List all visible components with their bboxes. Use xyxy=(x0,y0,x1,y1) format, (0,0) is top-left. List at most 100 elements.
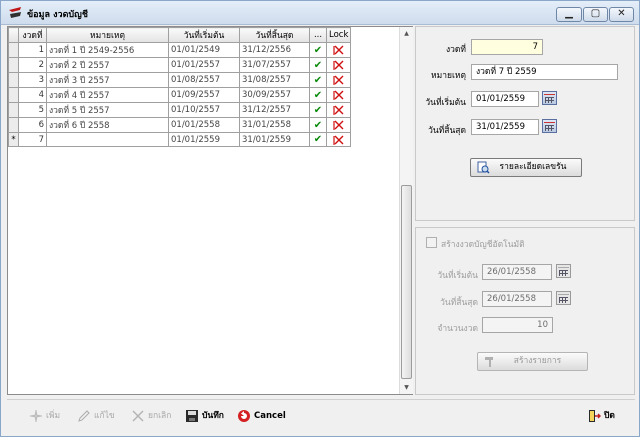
cancel-th-button[interactable]: ยกเลิก xyxy=(131,408,171,424)
edit-button[interactable]: แก้ไข xyxy=(77,408,115,424)
table-row[interactable]: 5 งวดที่ 5 ปี 2557 01/10/2557 31/12/2557 ✔ xyxy=(8,102,352,118)
cell-start-date[interactable]: 01/09/2557 xyxy=(168,87,240,103)
table-row[interactable]: 3 งวดที่ 3 ปี 2557 01/08/2557 31/08/2557 ✔ xyxy=(8,72,352,88)
cell-end-date[interactable]: 30/09/2557 xyxy=(239,87,310,103)
cell-lock[interactable] xyxy=(325,57,352,73)
cell-check[interactable]: ✔ xyxy=(309,42,327,58)
auto-start-field[interactable]: 26/01/2558 xyxy=(482,264,552,280)
cell-lock[interactable] xyxy=(325,102,352,118)
cell-lock[interactable] xyxy=(325,132,352,147)
scroll-up-icon[interactable]: ▲ xyxy=(400,27,413,40)
cell-end-date[interactable]: 31/12/2557 xyxy=(239,102,310,118)
cell-start-date[interactable]: 01/01/2559 xyxy=(168,132,240,147)
save-icon xyxy=(185,409,199,423)
column-header-check[interactable]: ... xyxy=(309,27,327,43)
cell-lock[interactable] xyxy=(325,87,352,103)
add-icon xyxy=(29,409,43,423)
column-header-lock[interactable]: Lock xyxy=(325,27,352,43)
cell-check[interactable]: ✔ xyxy=(309,102,327,118)
cell-start-date[interactable]: 01/08/2557 xyxy=(168,72,240,88)
start-date-field[interactable]: 01/01/2559 xyxy=(471,91,539,107)
create-items-button[interactable]: สร้างรายการ xyxy=(477,352,588,371)
table-row[interactable]: 6 งวดที่ 6 ปี 2558 01/01/2558 31/01/2558 ✔ xyxy=(8,117,352,133)
calendar-icon[interactable] xyxy=(542,119,557,133)
auto-end-field[interactable]: 26/01/2558 xyxy=(482,291,552,307)
row-selector[interactable]: * xyxy=(8,132,19,147)
row-selector[interactable] xyxy=(8,102,19,118)
cell-end-date[interactable]: 31/01/2559 xyxy=(239,132,310,147)
add-button[interactable]: เพิ่ม xyxy=(29,408,60,424)
cell-start-date[interactable]: 01/01/2549 xyxy=(168,42,240,58)
cell-period[interactable]: 4 xyxy=(18,87,47,103)
table-row[interactable]: 1 งวดที่ 1 ปี 2549-2556 01/01/2549 31/12/25… xyxy=(8,42,352,58)
scroll-down-icon[interactable]: ▼ xyxy=(400,381,413,394)
column-header-note[interactable]: หมายเหตุ xyxy=(46,27,169,43)
note-field[interactable]: งวดที่ 7 ปี 2559 xyxy=(471,64,618,80)
row-selector-header xyxy=(8,27,19,43)
scroll-thumb[interactable] xyxy=(401,185,412,379)
table-header-row: งวดที่ หมายเหตุ วันที่เริ่มต้น วันที่สิ้… xyxy=(8,27,352,43)
calendar-icon[interactable] xyxy=(542,91,557,105)
table-row[interactable]: * 7 01/01/2559 31/01/2559 ✔ xyxy=(8,132,352,147)
cell-period[interactable]: 7 xyxy=(18,132,47,147)
cell-end-date[interactable]: 31/07/2557 xyxy=(239,57,310,73)
maximize-button[interactable]: ▢ xyxy=(583,7,608,22)
save-label: บันทึก xyxy=(202,411,224,421)
row-selector[interactable] xyxy=(8,87,19,103)
cell-check[interactable]: ✔ xyxy=(309,117,327,133)
cell-note[interactable] xyxy=(46,132,169,147)
cell-note[interactable]: งวดที่ 1 ปี 2549-2556 xyxy=(46,42,169,58)
cell-check[interactable]: ✔ xyxy=(309,72,327,88)
calendar-icon[interactable] xyxy=(556,264,571,278)
cell-check[interactable]: ✔ xyxy=(309,87,327,103)
cell-end-date[interactable]: 31/08/2557 xyxy=(239,72,310,88)
cell-note[interactable]: งวดที่ 4 ปี 2557 xyxy=(46,87,169,103)
table-row[interactable]: 2 งวดที่ 2 ปี 2557 01/01/2557 31/07/2557 ✔ xyxy=(8,57,352,73)
table-row[interactable]: 4 งวดที่ 4 ปี 2557 01/09/2557 30/09/2557 ✔ xyxy=(8,87,352,103)
close-button[interactable]: ปิด xyxy=(587,408,615,424)
auto-create-checkbox[interactable] xyxy=(426,237,437,248)
cancel-button[interactable]: Cancel xyxy=(237,408,286,424)
cell-start-date[interactable]: 01/01/2557 xyxy=(168,57,240,73)
cell-period[interactable]: 2 xyxy=(18,57,47,73)
cell-note[interactable]: งวดที่ 5 ปี 2557 xyxy=(46,102,169,118)
lock-x-icon xyxy=(333,90,344,100)
save-button[interactable]: บันทึก xyxy=(185,408,224,424)
cell-end-date[interactable]: 31/12/2556 xyxy=(239,42,310,58)
minimize-button[interactable]: ▁ xyxy=(556,7,582,22)
cell-period[interactable]: 3 xyxy=(18,72,47,88)
cell-note[interactable]: งวดที่ 6 ปี 2558 xyxy=(46,117,169,133)
cell-note[interactable]: งวดที่ 3 ปี 2557 xyxy=(46,72,169,88)
close-window-button[interactable]: ✕ xyxy=(609,7,634,22)
column-header-start[interactable]: วันที่เริ่มต้น xyxy=(168,27,240,43)
column-header-period[interactable]: งวดที่ xyxy=(18,27,47,43)
period-label: งวดที่ xyxy=(445,45,466,55)
period-field[interactable]: 7 xyxy=(471,39,543,55)
end-date-field[interactable]: 31/01/2559 xyxy=(471,119,539,135)
cell-start-date[interactable]: 01/10/2557 xyxy=(168,102,240,118)
row-selector[interactable] xyxy=(8,57,19,73)
vertical-scrollbar[interactable]: ▲ ▼ xyxy=(399,27,413,394)
lock-x-icon xyxy=(333,60,344,70)
check-icon: ✔ xyxy=(313,74,323,86)
cell-lock[interactable] xyxy=(325,72,352,88)
cell-lock[interactable] xyxy=(325,117,352,133)
column-header-end[interactable]: วันที่สิ้นสุด xyxy=(239,27,310,43)
cell-end-date[interactable]: 31/01/2558 xyxy=(239,117,310,133)
cell-lock[interactable] xyxy=(325,42,352,58)
row-selector[interactable] xyxy=(8,117,19,133)
cell-period[interactable]: 1 xyxy=(18,42,47,58)
row-selector[interactable] xyxy=(8,72,19,88)
period-count-field[interactable]: 10 xyxy=(482,317,553,333)
lock-x-icon xyxy=(333,75,344,85)
calendar-icon[interactable] xyxy=(556,291,571,305)
cell-period[interactable]: 5 xyxy=(18,102,47,118)
period-grid: งวดที่ หมายเหตุ วันที่เริ่มต้น วันที่สิ้… xyxy=(7,26,413,395)
row-selector[interactable] xyxy=(8,42,19,58)
cell-start-date[interactable]: 01/01/2558 xyxy=(168,117,240,133)
cell-note[interactable]: งวดที่ 2 ปี 2557 xyxy=(46,57,169,73)
cell-check[interactable]: ✔ xyxy=(309,132,327,147)
running-number-details-button[interactable]: รายละเอียดเลขรัน xyxy=(470,158,582,177)
cell-check[interactable]: ✔ xyxy=(309,57,327,73)
cell-period[interactable]: 6 xyxy=(18,117,47,133)
